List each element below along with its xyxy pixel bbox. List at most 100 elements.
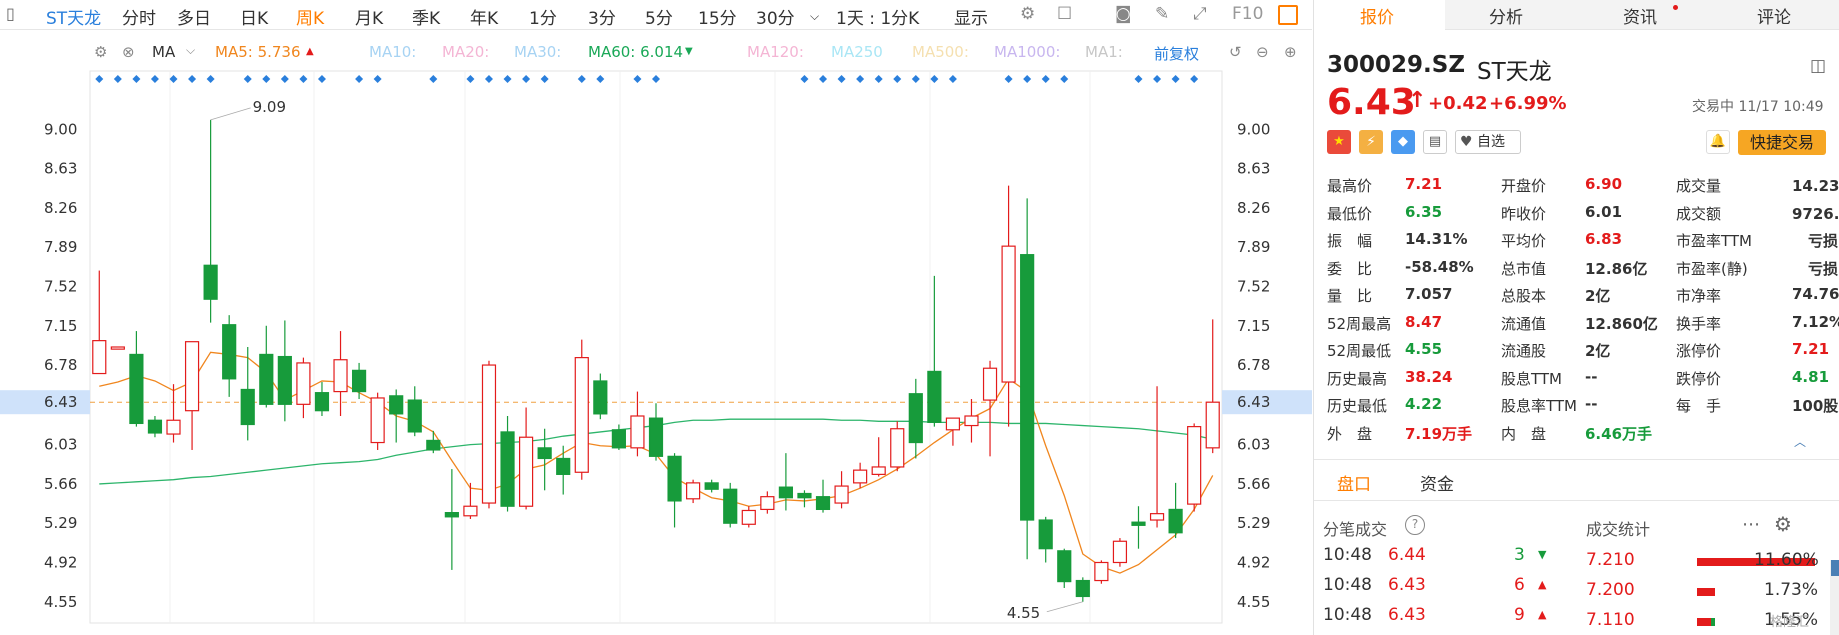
tab-1min[interactable]: 1分 xyxy=(529,4,557,29)
panel-toggle-icon[interactable] xyxy=(1278,5,1298,25)
candle-down xyxy=(1038,519,1053,550)
candle-up xyxy=(519,436,534,507)
quote-label: 市盈率TTM xyxy=(1676,232,1753,250)
y-tick-label-right: 4.92 xyxy=(1237,553,1270,571)
quote-value: -58.48% xyxy=(1405,257,1474,276)
candle-up xyxy=(574,357,589,473)
bookmark-icon[interactable]: ▤ xyxy=(1423,130,1447,154)
tab-news[interactable]: 资讯 xyxy=(1623,3,1657,28)
event-marker xyxy=(280,75,289,83)
camera-icon[interactable]: ◙ xyxy=(1115,4,1132,24)
quote-value: 6.90 xyxy=(1585,175,1623,193)
tab-15min[interactable]: 15分 xyxy=(698,4,737,29)
draw-pencil-icon[interactable]: ✎ xyxy=(1155,4,1169,24)
quote-value: 12.860亿 xyxy=(1585,314,1658,333)
display-menu[interactable]: 显示 xyxy=(954,4,988,29)
tab-weekly-k[interactable]: 周K xyxy=(296,4,324,29)
event-marker xyxy=(188,75,197,83)
candle-up xyxy=(110,346,125,350)
high-annotation: 9.09 xyxy=(253,98,286,116)
candle-down xyxy=(500,431,515,507)
quote-label: 内 盘 xyxy=(1501,424,1547,443)
candle-up xyxy=(741,509,756,525)
watermark: 格隆汇 xyxy=(1770,615,1810,630)
add-watchlist-button[interactable]: ♥ 自选 xyxy=(1455,130,1521,154)
settings-gear-icon[interactable]: ⚙ xyxy=(1020,4,1035,24)
tab-analysis[interactable]: 分析 xyxy=(1489,3,1523,28)
quote-value: 9726.62万 xyxy=(1792,204,1839,223)
candle-up xyxy=(333,359,348,393)
quote-label: 流通股 xyxy=(1501,342,1547,360)
event-marker xyxy=(948,75,957,83)
quote-label: 每 手 xyxy=(1676,397,1722,415)
quote-label: 最高价 xyxy=(1327,177,1373,195)
y-tick-label-right: 5.29 xyxy=(1237,514,1270,532)
tab-multiday[interactable]: 多日 xyxy=(177,4,211,29)
y-tick-label-right: 6.03 xyxy=(1237,436,1270,454)
y-tick-label-right: 5.66 xyxy=(1237,475,1270,493)
quote-value: -- xyxy=(1585,395,1598,413)
scroll-thumb[interactable] xyxy=(1831,560,1839,576)
y-tick-label-right: 4.55 xyxy=(1237,593,1270,611)
chevron-down-icon[interactable]: ⌵ xyxy=(810,9,819,24)
event-marker xyxy=(930,75,939,83)
event-marker xyxy=(652,75,660,83)
sidebar-toggle-icon[interactable]: ▯ xyxy=(6,4,15,23)
fullscreen-icon[interactable]: ⤢ xyxy=(1193,4,1207,24)
candle-down xyxy=(277,355,292,405)
event-marker xyxy=(874,75,883,83)
help-icon[interactable]: ? xyxy=(1405,515,1425,535)
candle-up xyxy=(853,469,868,484)
tab-monthly-k[interactable]: 月K xyxy=(355,4,383,29)
candlestick-svg[interactable]: 9.00 9.00 8.63 8.63 8.26 8.26 7.89 7.89 7.52 7.52… xyxy=(0,31,1312,635)
low-annotation: 4.55 xyxy=(1007,604,1040,622)
bell-icon[interactable]: 🔔 xyxy=(1706,130,1730,154)
current-price-label-left: 6.43 xyxy=(44,393,77,411)
subtab-fund-flow[interactable]: 资金 xyxy=(1420,470,1454,495)
quote-value: 7.057 xyxy=(1405,285,1453,303)
scrollbar[interactable] xyxy=(1830,560,1839,635)
candle-up xyxy=(1187,426,1202,505)
quote-value: 14.23万手 xyxy=(1792,177,1839,195)
tab-quote[interactable]: 报价 xyxy=(1360,3,1394,28)
event-marker xyxy=(317,75,326,83)
event-marker xyxy=(633,75,642,83)
stat-pct: 11.60% xyxy=(1754,550,1819,570)
quote-tabs: 报价 分析 资讯 评论 xyxy=(1314,0,1839,30)
candle-down xyxy=(147,419,163,434)
more-options-icon[interactable]: ⋯ xyxy=(1742,514,1760,535)
lightning-icon[interactable]: ⚡ xyxy=(1359,130,1383,154)
tab-5min[interactable]: 5分 xyxy=(645,4,673,29)
event-marker xyxy=(169,75,178,83)
candle-up xyxy=(834,485,849,504)
f10-button[interactable]: F10 xyxy=(1232,4,1263,24)
collapse-icon[interactable]: ◫ xyxy=(1810,56,1826,76)
candle-up xyxy=(890,428,905,468)
candle-down xyxy=(259,353,274,405)
candle-down xyxy=(778,486,793,499)
tab-3min[interactable]: 3分 xyxy=(588,4,616,29)
tab-comments[interactable]: 评论 xyxy=(1757,3,1791,28)
candle-up xyxy=(982,367,998,401)
chart-style-icon[interactable]: ☐ xyxy=(1057,4,1072,24)
collapse-up-icon[interactable]: ︿ xyxy=(1794,433,1806,450)
quote-value: 6.01 xyxy=(1585,202,1623,221)
candle-down xyxy=(908,393,923,444)
subtab-order-book[interactable]: 盘口 xyxy=(1337,470,1371,495)
quick-trade-button[interactable]: 快捷交易 xyxy=(1738,130,1826,155)
stock-name-tab[interactable]: ST天龙 xyxy=(46,4,101,29)
tab-30min[interactable]: 30分 xyxy=(756,4,795,29)
more-settings-icon[interactable]: ⚙ xyxy=(1774,512,1792,536)
candle-down xyxy=(1075,579,1090,598)
y-tick-label-right: 8.26 xyxy=(1237,199,1270,217)
tag-icon[interactable]: ◆ xyxy=(1391,130,1415,154)
period-selector[interactable]: 1天 : 1分K xyxy=(836,4,919,29)
candle-up xyxy=(296,362,311,405)
tab-yearly-k[interactable]: 年K xyxy=(470,4,498,29)
trade-volume: 9 xyxy=(1514,605,1525,625)
tab-daily-k[interactable]: 日K xyxy=(240,4,268,29)
up-triangle-icon: ▲ xyxy=(1538,578,1547,591)
kline-chart[interactable]: ⚙ ⊗ MA ⌵ MA5: 5.736 ▲ MA10: MA20: MA30: … xyxy=(0,31,1312,635)
tab-quarterly-k[interactable]: 季K xyxy=(412,4,440,29)
tab-timeshare[interactable]: 分时 xyxy=(122,4,156,29)
